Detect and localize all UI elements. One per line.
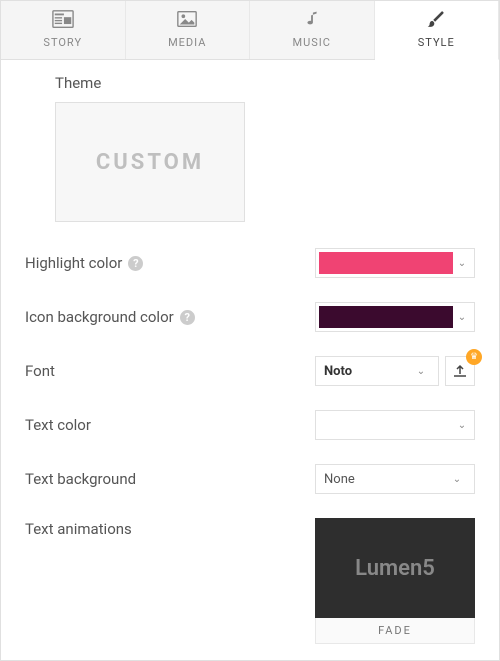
tab-style[interactable]: STYLE: [375, 1, 500, 60]
text-bg-select[interactable]: None ⌄: [315, 464, 475, 494]
font-label: Font: [25, 362, 315, 380]
text-color-swatch: [319, 414, 453, 436]
theme-card-label: CUSTOM: [96, 150, 204, 175]
icon-bg-color-label: Icon background color ?: [25, 308, 315, 326]
icon-bg-color-swatch: [319, 306, 453, 328]
brush-icon: [425, 9, 447, 32]
media-icon: [176, 9, 198, 32]
help-icon[interactable]: ?: [128, 256, 143, 271]
music-icon: [301, 9, 323, 32]
chevron-down-icon: ⌄: [412, 366, 430, 377]
font-select[interactable]: Noto ⌄: [315, 356, 439, 386]
highlight-color-picker[interactable]: ⌄: [315, 248, 475, 278]
tab-story[interactable]: STORY: [1, 1, 126, 59]
text-anim-caption: FADE: [315, 618, 475, 644]
text-anim-preview[interactable]: Lumen5: [315, 518, 475, 618]
chevron-down-icon: ⌄: [453, 420, 471, 431]
tab-music[interactable]: MUSIC: [250, 1, 375, 59]
premium-badge-icon: ♛: [466, 349, 482, 365]
tab-media[interactable]: MEDIA: [126, 1, 251, 59]
chevron-down-icon: ⌄: [448, 474, 466, 485]
theme-heading: Theme: [55, 74, 475, 92]
tab-label: MEDIA: [168, 36, 206, 49]
help-icon[interactable]: ?: [180, 310, 195, 325]
tab-label: STYLE: [418, 36, 455, 49]
anim-preview-text: Lumen5: [355, 556, 435, 581]
theme-card-custom[interactable]: CUSTOM: [55, 102, 245, 222]
highlight-color-label: Highlight color ?: [25, 254, 315, 272]
text-anim-label: Text animations: [25, 518, 315, 538]
text-bg-value: None: [324, 472, 448, 487]
chevron-down-icon: ⌄: [453, 312, 471, 323]
tab-label: STORY: [43, 36, 82, 49]
text-color-picker[interactable]: ⌄: [315, 410, 475, 440]
text-bg-label: Text background: [25, 470, 315, 488]
text-color-label: Text color: [25, 416, 315, 434]
highlight-color-swatch: [319, 252, 453, 274]
tab-label: MUSIC: [293, 36, 331, 49]
story-icon: [52, 9, 74, 32]
chevron-down-icon: ⌄: [453, 258, 471, 269]
font-value: Noto: [324, 364, 412, 379]
icon-bg-color-picker[interactable]: ⌄: [315, 302, 475, 332]
tab-bar: STORY MEDIA MUSIC STYLE: [1, 1, 499, 60]
upload-font-button[interactable]: ♛: [445, 356, 475, 386]
